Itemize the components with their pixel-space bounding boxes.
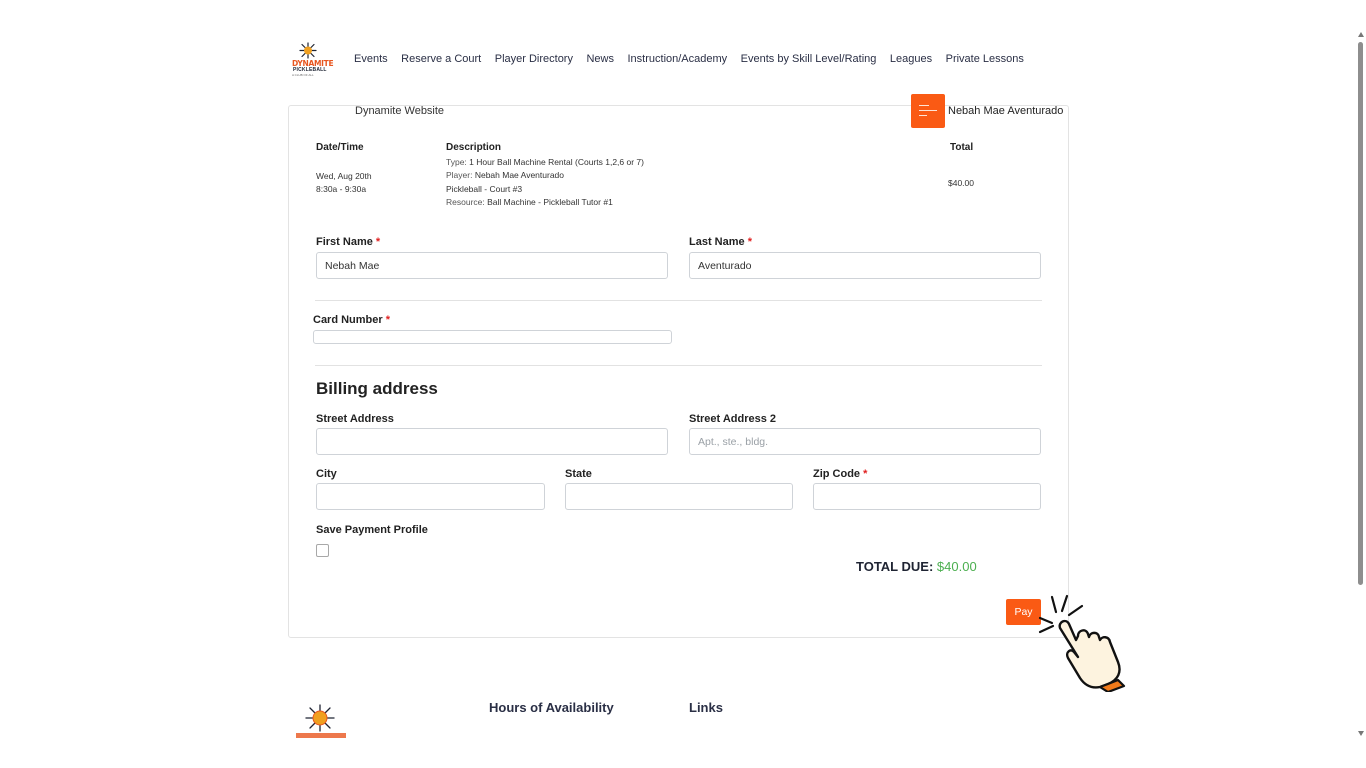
street-address-2-input[interactable] (689, 428, 1041, 455)
top-nav: DYNAMITE PICKLEBALL A CLUB OF ALL Events… (290, 42, 1037, 77)
divider (315, 365, 1042, 366)
logo-burst-icon (299, 42, 317, 59)
order-amount: $40.00 (948, 178, 974, 188)
scroll-down-icon[interactable] (1358, 731, 1364, 736)
first-name-label: First Name * (316, 236, 381, 248)
nav-item-events-by-skill[interactable]: Events by Skill Level/Rating (741, 53, 877, 65)
dynamite-logo[interactable]: DYNAMITE PICKLEBALL A CLUB OF ALL (290, 42, 334, 77)
zip-code-label: Zip Code * (813, 468, 868, 480)
footer-logo-icon (296, 704, 346, 738)
first-name-input[interactable] (316, 252, 668, 279)
header-total: Total (950, 142, 974, 153)
footer-hours-heading: Hours of Availability (489, 700, 614, 715)
zip-code-input[interactable] (813, 483, 1041, 510)
nav-item-events[interactable]: Events (354, 53, 388, 65)
order-date: Wed, Aug 20th (316, 171, 372, 181)
nav-item-leagues[interactable]: Leagues (890, 53, 932, 65)
order-player: Player: Nebah Mae Aventurado (446, 170, 565, 181)
scroll-up-icon[interactable] (1358, 32, 1364, 37)
billing-address-title: Billing address (316, 379, 438, 398)
city-label: City (316, 468, 337, 480)
pointing-hand-icon (1038, 594, 1126, 692)
card-number-label: Card Number * (313, 314, 391, 326)
order-resource: Resource: Ball Machine - Pickleball Tuto… (446, 196, 613, 207)
street-address-2-label: Street Address 2 (689, 413, 777, 425)
last-name-input[interactable] (689, 252, 1041, 279)
nav-item-instruction[interactable]: Instruction/Academy (628, 53, 728, 65)
state-input[interactable] (565, 483, 793, 510)
header-datetime: Date/Time (316, 142, 364, 153)
divider (315, 300, 1042, 301)
street-address-label: Street Address (316, 413, 394, 425)
save-payment-profile-label: Save Payment Profile (316, 524, 428, 536)
nav-item-reserve-court[interactable]: Reserve a Court (401, 53, 481, 65)
order-type: Type: 1 Hour Ball Machine Rental (Courts… (446, 157, 644, 167)
card-number-input[interactable] (313, 330, 672, 344)
state-label: State (565, 468, 592, 480)
nav-item-private-lessons[interactable]: Private Lessons (946, 53, 1024, 65)
site-name[interactable]: Dynamite Website (355, 105, 444, 117)
nav-item-player-directory[interactable]: Player Directory (495, 53, 573, 65)
city-input[interactable] (316, 483, 545, 510)
footer-links-heading: Links (689, 700, 723, 715)
total-due: TOTAL DUE: $40.00 (856, 559, 977, 574)
user-name[interactable]: Nebah Mae Aventurado (948, 105, 1063, 117)
order-time: 8:30a - 9:30a (316, 184, 367, 194)
logo-tag: A CLUB OF ALL (292, 73, 314, 77)
save-payment-profile-checkbox[interactable] (316, 544, 329, 557)
order-court: Pickleball - Court #3 (446, 183, 523, 194)
street-address-input[interactable] (316, 428, 668, 455)
nav-links: Events Reserve a Court Player Directory … (354, 53, 1037, 65)
header-description: Description (446, 142, 502, 153)
last-name-label: Last Name * (689, 236, 752, 248)
order-description: Type: 1 Hour Ball Machine Rental (Courts… (446, 156, 644, 209)
hamburger-icon[interactable] (911, 94, 945, 128)
scrollbar-thumb[interactable] (1358, 42, 1363, 585)
page-scrollbar[interactable] (1356, 30, 1366, 738)
nav-item-news[interactable]: News (586, 53, 614, 65)
